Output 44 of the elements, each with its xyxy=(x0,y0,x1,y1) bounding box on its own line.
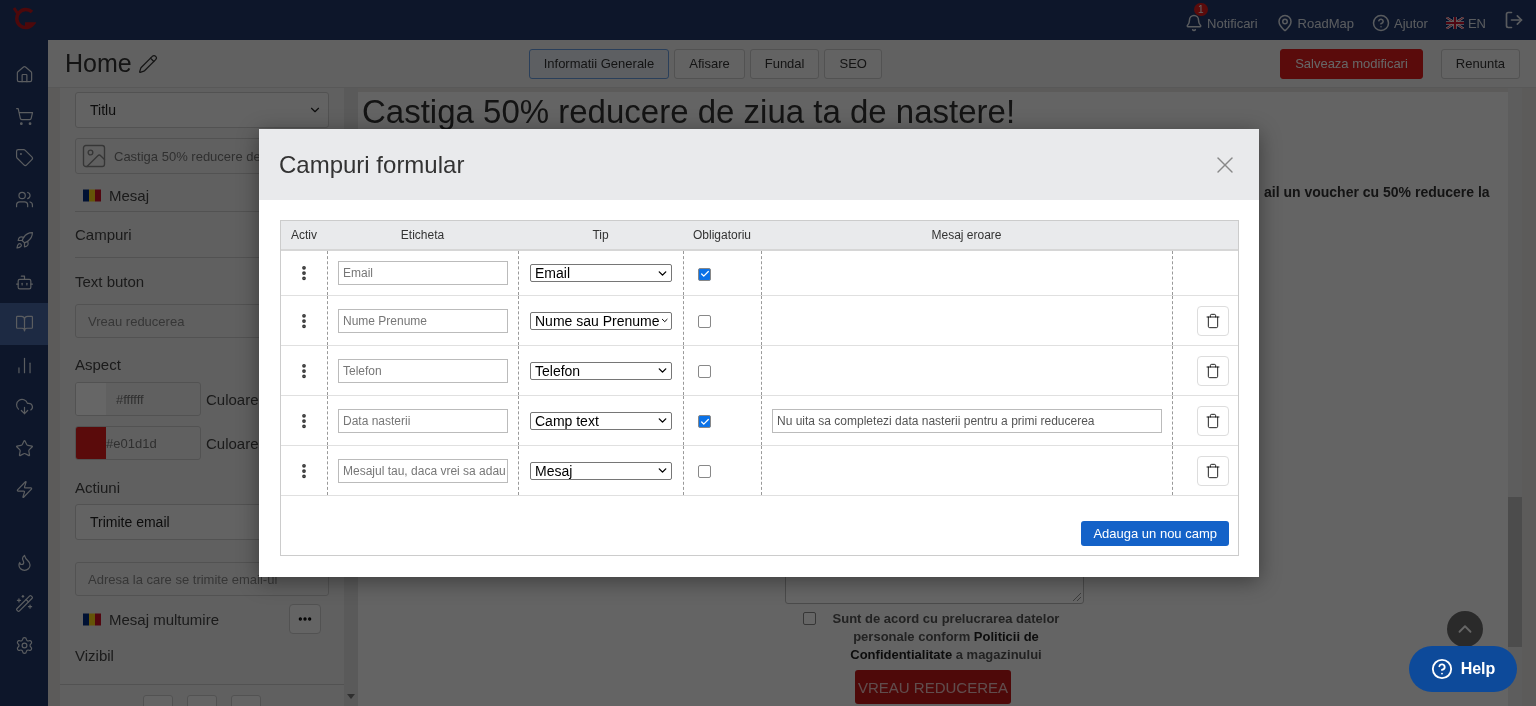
color-label: Culoare xyxy=(206,434,259,452)
type-select[interactable]: Telefon xyxy=(530,361,672,380)
tab[interactable]: SEO xyxy=(824,48,882,79)
roadmap-link[interactable]: RoadMap xyxy=(1275,3,1354,37)
language-link[interactable]: EN xyxy=(1445,3,1486,37)
preview-text: ail un voucher cu 50% reducere la xyxy=(1264,184,1491,200)
label-field[interactable]: Nume Prenume xyxy=(338,308,508,333)
save-button[interactable]: Salveaza modificari xyxy=(1280,48,1423,79)
column-header: Eticheta xyxy=(399,227,446,244)
notifications-link[interactable]: 1 Notificari xyxy=(1185,3,1258,37)
column-header: Activ xyxy=(290,227,318,244)
type-select[interactable]: Camp text xyxy=(530,411,672,430)
column-header: Tip xyxy=(591,227,610,244)
tab[interactable]: Afisare xyxy=(674,48,745,79)
help-button[interactable]: Help xyxy=(1409,646,1517,692)
thanks-message-label: Mesaj multumire xyxy=(109,610,220,628)
preview-heading: Castiga 50% reducere de ziua ta de nastere! xyxy=(362,94,1017,130)
color-label: Culoare xyxy=(206,390,259,408)
notification-badge: 1 xyxy=(1194,3,1208,16)
label-field[interactable]: Mesajul tau, daca vrei sa adau xyxy=(338,458,508,483)
section-label: Aspect xyxy=(75,354,121,375)
column-header: Mesaj eroare xyxy=(930,227,1003,244)
section-label: Text buton xyxy=(75,271,145,292)
type-select[interactable]: Mesaj xyxy=(530,461,672,480)
tab[interactable]: Informatii Generale xyxy=(528,48,670,79)
add-field-button[interactable]: Adauga un nou camp xyxy=(1081,521,1229,546)
label-field[interactable]: Data nasterii xyxy=(338,408,508,433)
error-message-field[interactable]: Nu uita sa completezi data nasterii pentru a primi reducerea xyxy=(772,408,1162,433)
message-label: Mesaj xyxy=(109,187,149,204)
title-select[interactable]: Titlu xyxy=(75,92,329,128)
consent-text: Sunt de acord cu prelucrarea datelor personale conform Politicii de Confidentialitate a magazinului xyxy=(831,610,1061,664)
label-field[interactable]: Email xyxy=(338,261,508,285)
type-select[interactable]: Email xyxy=(530,264,672,282)
submit-button[interactable]: VREAU REDUCEREA xyxy=(855,670,1011,704)
section-label: Actiuni xyxy=(75,477,121,498)
column-header: Obligatoriu xyxy=(692,227,752,244)
type-select[interactable]: Nume sau Prenume xyxy=(530,311,672,330)
section-label: Campuri xyxy=(75,225,132,245)
tab[interactable]: Fundal xyxy=(749,48,820,79)
help-link[interactable]: Ajutor xyxy=(1371,3,1428,37)
page-title: Home xyxy=(65,49,132,78)
section-label: Vizibil xyxy=(75,645,114,666)
cancel-button[interactable]: Renunta xyxy=(1440,48,1520,79)
label-field[interactable]: Telefon xyxy=(338,358,508,383)
